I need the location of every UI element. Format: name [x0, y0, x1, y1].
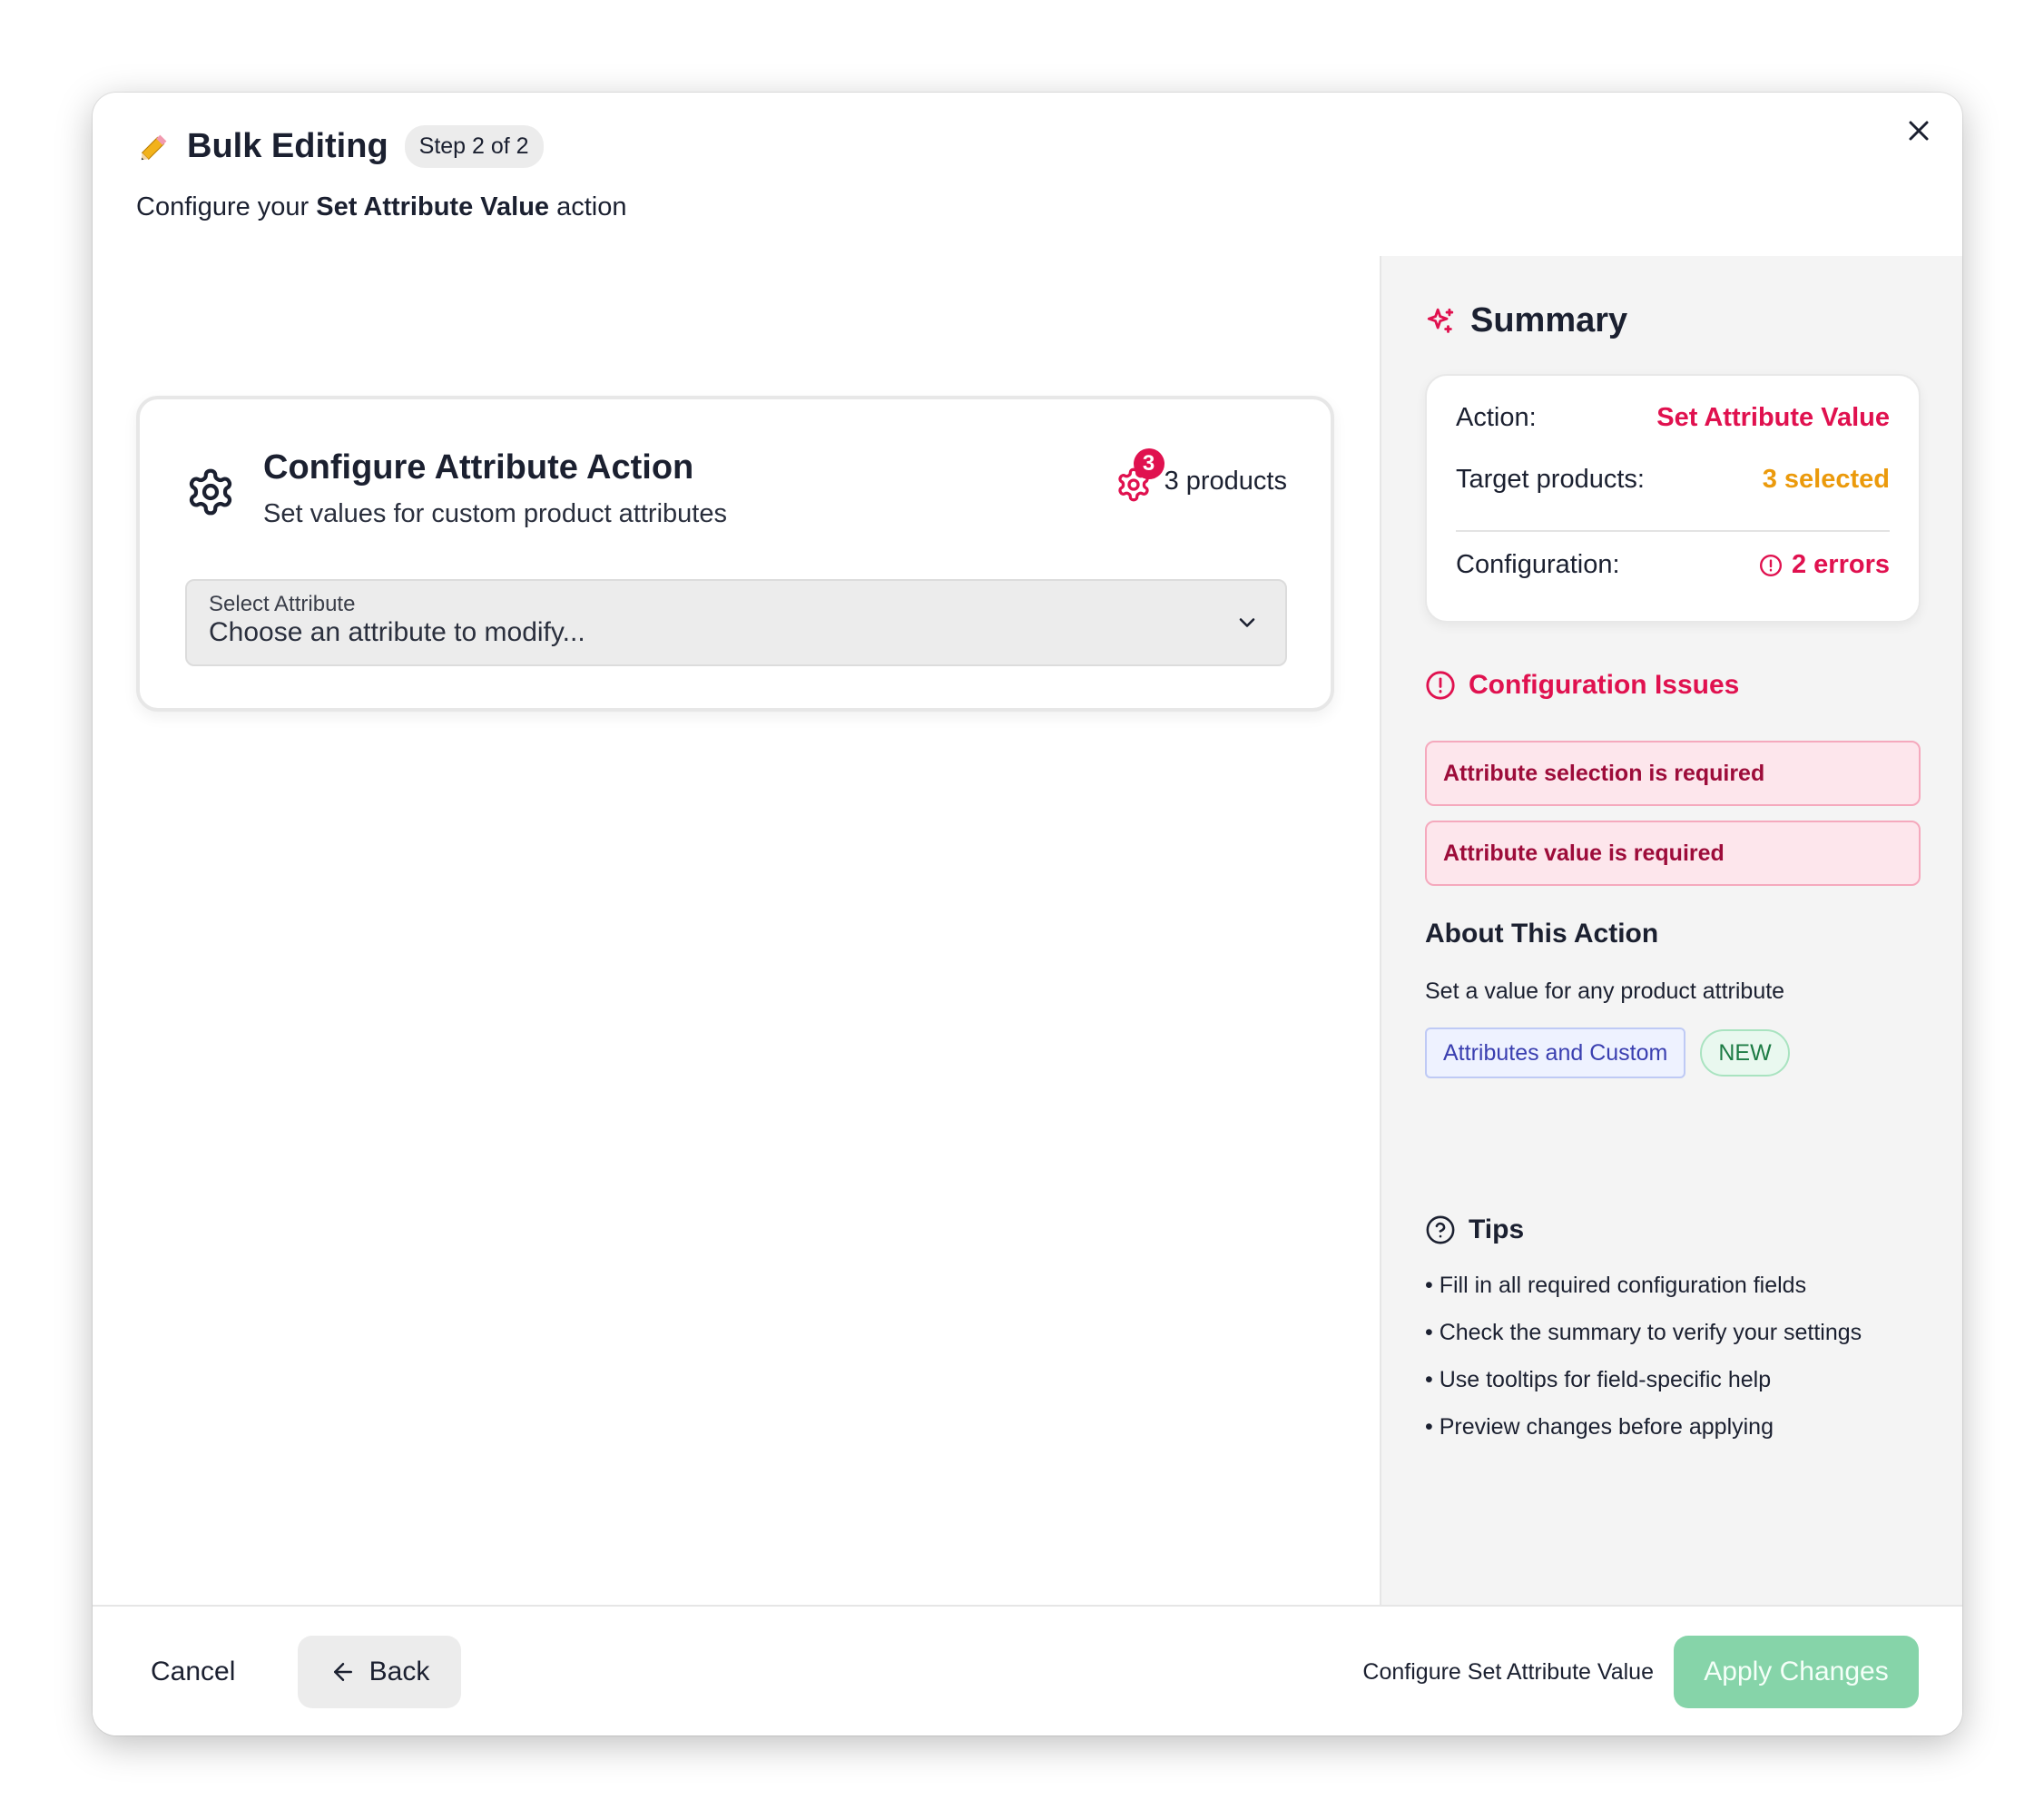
tip-item: • Use tooltips for field-specific help	[1425, 1367, 1772, 1392]
summary-heading-label: Summary	[1470, 301, 1628, 339]
products-indicator: 3 3 products	[1115, 448, 1287, 503]
dialog-footer: Cancel Back Configure Set Attribute Valu…	[93, 1605, 1962, 1735]
alert-circle-icon	[1759, 554, 1783, 576]
summary-value-configuration: 2 errors	[1759, 550, 1890, 580]
arrow-left-icon	[333, 1663, 352, 1681]
issues-heading-label: Configuration Issues	[1469, 670, 1740, 700]
summary-sidebar: Summary Action: Set Attribute Value Targ…	[1380, 256, 1962, 1605]
issue-item: Attribute selection is required	[1425, 741, 1921, 806]
products-label: 3 products	[1164, 466, 1287, 496]
pencil-icon	[141, 134, 167, 160]
bulk-edit-dialog: Bulk Editing Step 2 of 2 Configure your …	[93, 93, 1962, 1735]
gear-icon	[189, 468, 232, 516]
summary-label: Target products:	[1456, 465, 1645, 494]
summary-row-action: Action: Set Attribute Value	[1456, 403, 1890, 433]
apply-changes-button[interactable]: Apply Changes	[1674, 1636, 1919, 1708]
cancel-button[interactable]: Cancel	[129, 1636, 257, 1708]
sparkle-icon	[1427, 308, 1454, 333]
summary-label: Action:	[1456, 403, 1537, 432]
help-circle-icon	[1426, 1215, 1455, 1244]
tips-list: • Fill in all required configuration fie…	[1425, 1273, 1862, 1461]
main-content: Configure Attribute Action Set values fo…	[93, 256, 1380, 1605]
tip-item: • Check the summary to verify your setti…	[1425, 1320, 1862, 1345]
select-label: Select Attribute	[209, 592, 356, 616]
about-description: Set a value for any product attribute	[1425, 978, 1785, 1004]
alert-circle-icon	[1426, 671, 1455, 700]
tips-heading: Tips	[1425, 1214, 1524, 1245]
dialog-subtitle: Configure your Set Attribute Value actio…	[136, 192, 627, 222]
action-tags: Attributes and Custom NEW	[1425, 1027, 1790, 1078]
tip-item: • Preview changes before applying	[1425, 1414, 1774, 1440]
issues-heading: Configuration Issues	[1425, 670, 1739, 701]
summary-label: Configuration:	[1456, 550, 1620, 579]
summary-row-configuration: Configuration: 2 errors	[1456, 550, 1890, 580]
about-heading: About This Action	[1425, 919, 1659, 949]
configure-attribute-card: Configure Attribute Action Set values fo…	[136, 396, 1334, 712]
subtitle-prefix: Configure your	[136, 192, 317, 221]
products-count-badge: 3	[1133, 448, 1164, 479]
new-badge: NEW	[1700, 1029, 1790, 1077]
close-button[interactable]	[1901, 113, 1937, 149]
summary-value-action: Set Attribute Value	[1656, 403, 1890, 432]
error-count: 2 errors	[1791, 550, 1890, 579]
dialog-header: Bulk Editing Step 2 of 2 Configure your …	[93, 93, 1962, 256]
tip-item: • Fill in all required configuration fie…	[1425, 1273, 1807, 1298]
tips-heading-label: Tips	[1469, 1214, 1525, 1244]
title-row: Bulk Editing Step 2 of 2	[136, 125, 544, 168]
summary-card: Action: Set Attribute Value Target produ…	[1425, 374, 1921, 623]
card-description: Set values for custom product attributes	[263, 499, 727, 528]
card-title: Configure Attribute Action	[263, 448, 694, 487]
step-badge: Step 2 of 2	[404, 125, 544, 168]
chevron-down-icon	[1239, 618, 1255, 627]
select-placeholder: Choose an attribute to modify...	[209, 617, 585, 647]
issue-item: Attribute value is required	[1425, 821, 1921, 886]
summary-row-target: Target products: 3 selected	[1456, 465, 1890, 495]
dialog-title: Bulk Editing	[187, 127, 388, 165]
products-icon-wrap: 3	[1115, 448, 1164, 503]
summary-value-target: 3 selected	[1762, 465, 1890, 494]
subtitle-action-name: Set Attribute Value	[316, 192, 550, 221]
category-tag: Attributes and Custom	[1425, 1027, 1686, 1078]
footer-hint: Configure Set Attribute Value	[1362, 1658, 1654, 1685]
close-icon	[1909, 121, 1929, 141]
summary-divider	[1456, 530, 1890, 532]
subtitle-suffix: action	[549, 192, 627, 221]
attribute-select[interactable]: Select Attribute Choose an attribute to …	[185, 579, 1287, 666]
back-button[interactable]: Back	[298, 1636, 461, 1708]
summary-heading: Summary	[1425, 301, 1627, 340]
back-label: Back	[369, 1657, 430, 1686]
